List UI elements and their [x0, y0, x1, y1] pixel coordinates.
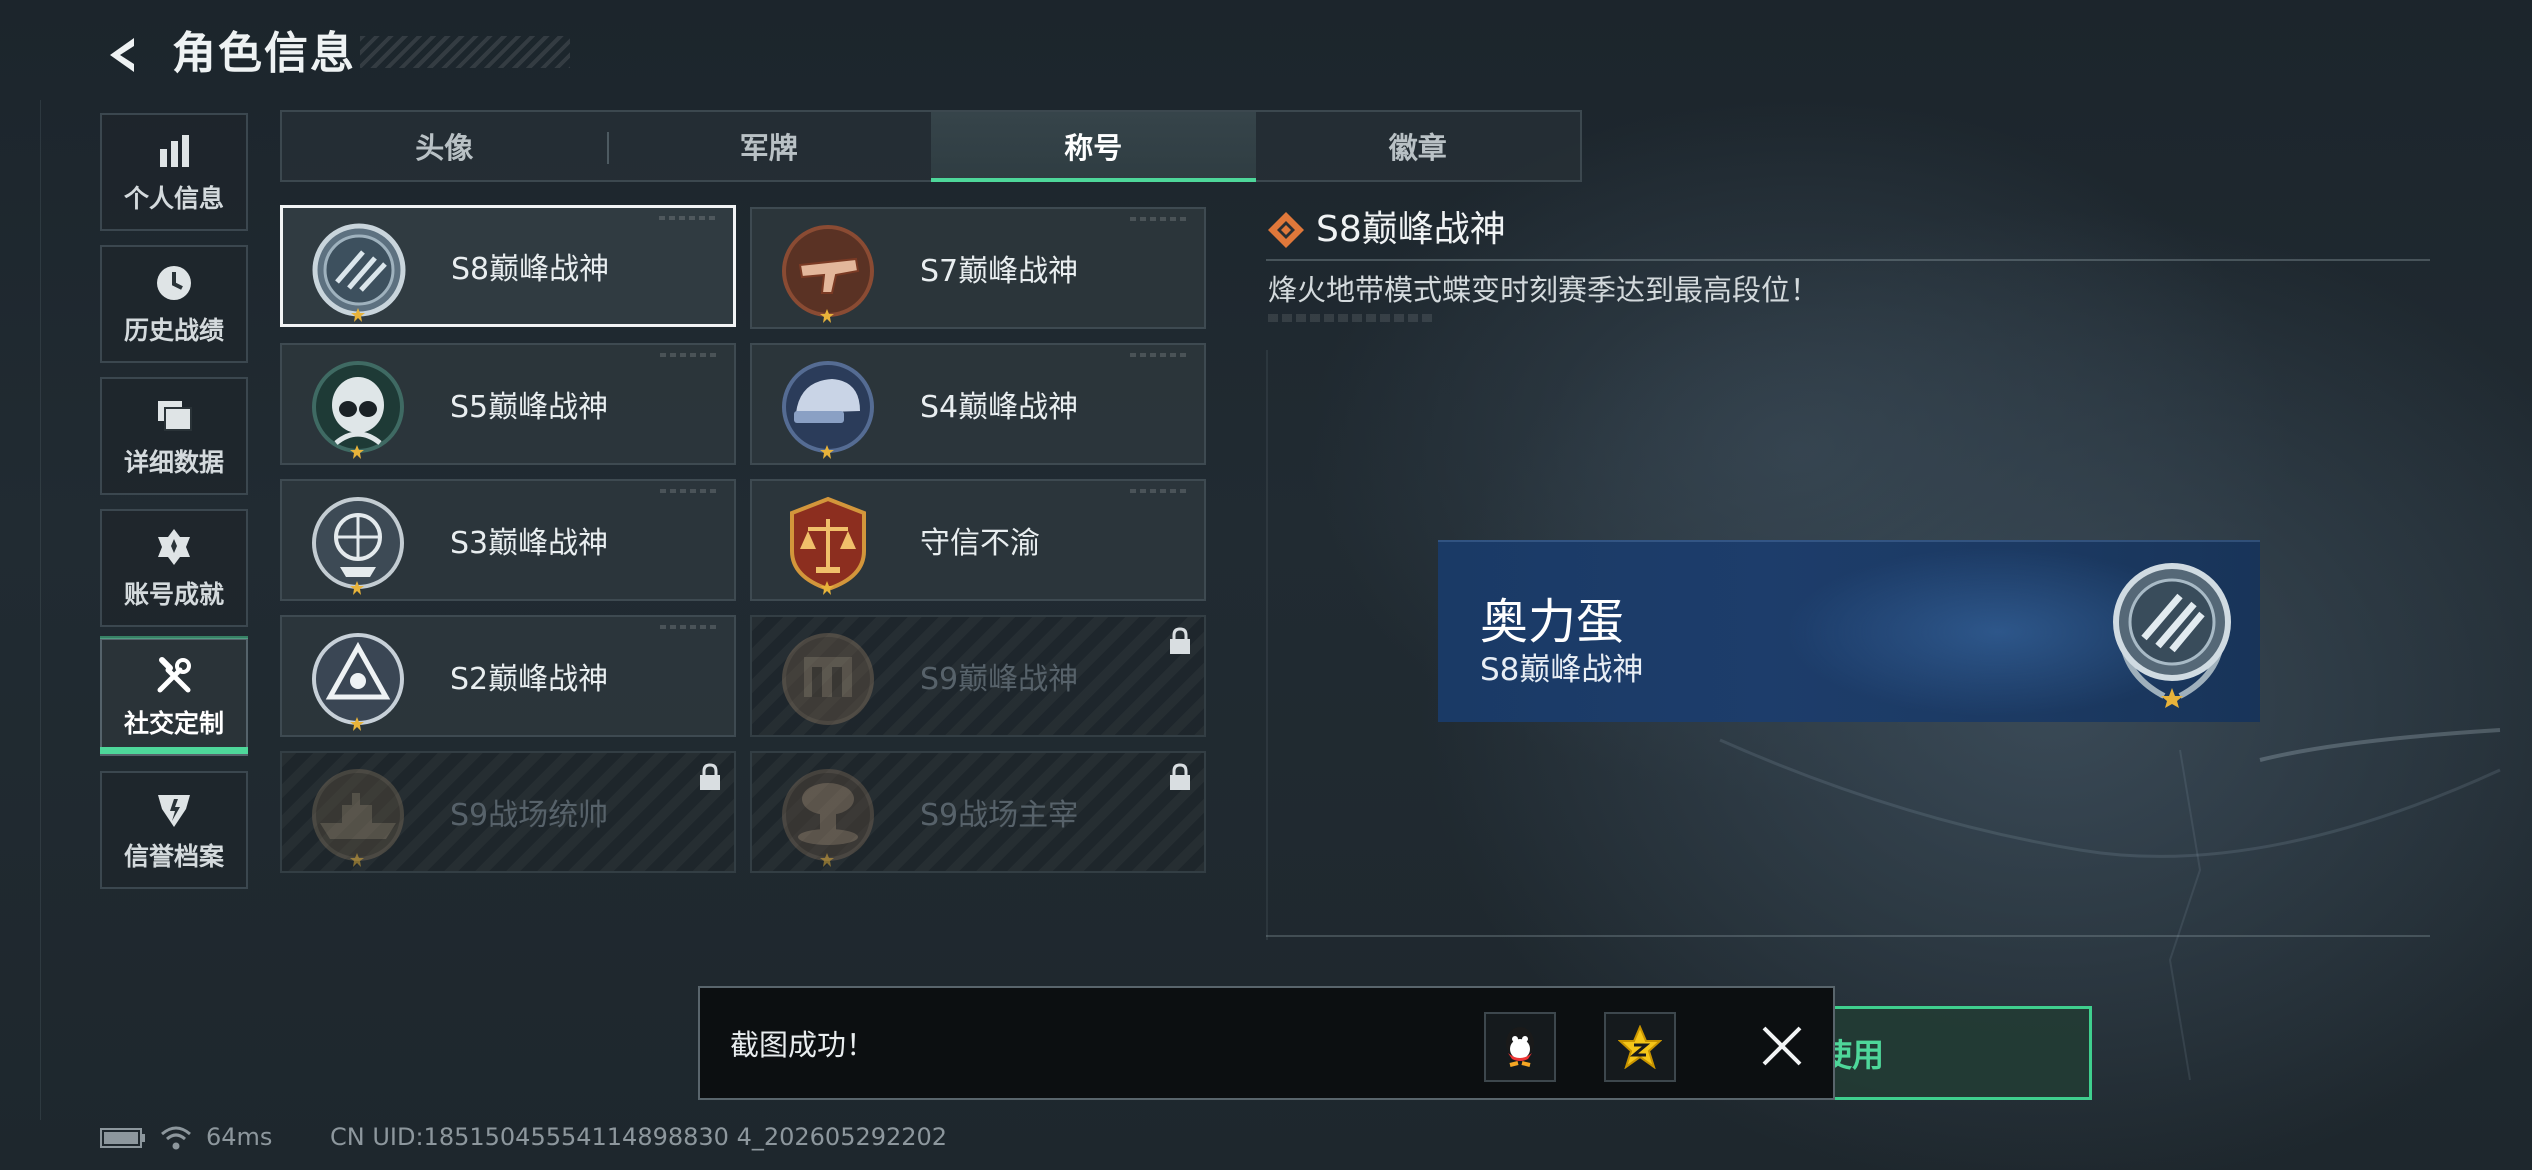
tab-dog-tag[interactable]: 军牌: [606, 112, 932, 180]
star-icon: [350, 717, 364, 731]
player-name: 奥力蛋: [1480, 594, 1625, 650]
sidebar-item-label: 历史战绩: [123, 316, 224, 345]
s8-emblem-icon: [2113, 563, 2231, 708]
title-card-label: S8巅峰战神: [451, 252, 610, 287]
s2-emblem-icon: [312, 633, 404, 725]
lock-icon: [1170, 763, 1190, 790]
lock-icon: [1170, 627, 1190, 654]
title-card-label: S9巅峰战神: [920, 662, 1079, 697]
tab-title[interactable]: 称号: [931, 112, 1256, 182]
ping-readout: 64ms: [206, 1123, 273, 1151]
star-icon: [350, 445, 364, 459]
share-qzone-button[interactable]: [1604, 1012, 1676, 1082]
star-icon: [820, 445, 834, 459]
detail-faint-text: [1268, 314, 1432, 322]
sidebar-item-reputation[interactable]: 信誉档案: [100, 771, 248, 889]
frame-line: [40, 100, 41, 1120]
share-qq-button[interactable]: [1484, 1012, 1556, 1082]
page-title: 角色信息: [172, 28, 356, 79]
card-ticks: [1130, 353, 1190, 357]
uid-readout: CN UID:18515045554114898830 4_2026052922…: [330, 1123, 948, 1151]
reputation-badge-icon: [158, 795, 190, 827]
s4-emblem-icon: [782, 361, 874, 453]
title-card-s9-commander-locked[interactable]: S9战场统帅: [280, 751, 736, 873]
s9-emblem-icon: [782, 633, 874, 725]
sidebar-item-achievements[interactable]: 账号成就: [100, 509, 248, 627]
qq-icon: [1506, 1027, 1534, 1067]
sidebar-item-detailed-data[interactable]: 详细数据: [100, 377, 248, 495]
sidebar-item-personal-info[interactable]: 个人信息: [100, 113, 248, 231]
tab-badge[interactable]: 徽章: [1256, 112, 1581, 180]
title-card-label: S9战场主宰: [920, 798, 1079, 833]
folders-icon: [158, 401, 192, 431]
title-stripes: [360, 36, 570, 68]
battery-icon: [100, 1128, 145, 1148]
tab-avatar[interactable]: 头像: [282, 112, 607, 180]
lock-icon: [700, 763, 720, 790]
title-card-integrity[interactable]: 守信不渝: [750, 479, 1206, 601]
star-icon: [350, 853, 364, 867]
nameplate-preview: 奥力蛋 S8巅峰战神: [1438, 540, 2260, 722]
title-card-label: S3巅峰战神: [450, 526, 609, 561]
title-card-label: S7巅峰战神: [920, 254, 1079, 289]
title-card-s2[interactable]: S2巅峰战神: [280, 615, 736, 737]
diamond-rank-icon: [1268, 212, 1304, 248]
qzone-icon: [1618, 1025, 1662, 1069]
detail-title: S8巅峰战神: [1316, 209, 1506, 250]
card-ticks: [660, 625, 720, 629]
close-icon[interactable]: [1752, 1016, 1812, 1076]
card-ticks: [659, 216, 719, 220]
sidebar-item-label: 详细数据: [123, 448, 224, 477]
screenshot-toast: 截图成功！: [698, 986, 1835, 1100]
clock-icon: [157, 266, 191, 300]
title-card-s5[interactable]: S5巅峰战神: [280, 343, 736, 465]
toast-message: 截图成功！: [730, 1028, 876, 1062]
sidebar-item-match-history[interactable]: 历史战绩: [100, 245, 248, 363]
mushroom-cloud-emblem-icon: [782, 769, 874, 861]
star-icon: [820, 309, 834, 323]
nameplate-title: S8巅峰战神: [1480, 652, 1644, 688]
title-card-s8[interactable]: S8巅峰战神: [280, 205, 736, 327]
sidebar-item-label: 个人信息: [123, 184, 224, 213]
bar-chart-icon: [160, 135, 189, 167]
star-icon: [820, 853, 834, 867]
scales-emblem-icon: [790, 496, 866, 592]
title-card-s4[interactable]: S4巅峰战神: [750, 343, 1206, 465]
star-icon: [351, 308, 365, 322]
title-card-s7[interactable]: S7巅峰战神: [750, 207, 1206, 329]
sidebar-active-indicator: [100, 747, 248, 754]
card-ticks: [660, 489, 720, 493]
s5-emblem-icon: [312, 361, 404, 453]
title-card-label: 守信不渝: [920, 526, 1040, 561]
title-card-label: S5巅峰战神: [450, 390, 609, 425]
wifi-icon: [161, 1126, 191, 1150]
detail-divider: [1266, 259, 2430, 261]
card-ticks: [660, 353, 720, 357]
card-ticks: [1130, 217, 1190, 221]
tools-icon: [157, 657, 191, 693]
sidebar-active-top-line: [100, 636, 248, 639]
star-icon: [820, 581, 834, 595]
medal-icon: [158, 529, 190, 565]
sidebar-item-label: 社交定制: [123, 709, 224, 738]
s3-emblem-icon: [312, 497, 404, 589]
title-card-label: S9战场统帅: [450, 798, 609, 833]
detail-bottom-divider: [1266, 935, 2430, 937]
tab-bar: 头像 军牌 称号 徽章: [280, 110, 1582, 182]
title-card-label: S4巅峰战神: [920, 390, 1079, 425]
sidebar-item-social-custom[interactable]: 社交定制: [100, 638, 248, 756]
s7-emblem-icon: [782, 225, 874, 317]
card-ticks: [1130, 489, 1190, 493]
s8-emblem-icon: [312, 223, 406, 317]
sidebar-item-label: 账号成就: [123, 580, 224, 609]
star-icon: [350, 581, 364, 595]
title-card-s9-locked[interactable]: S9巅峰战神: [750, 615, 1206, 737]
detail-description: 烽火地带模式蝶变时刻赛季达到最高段位！: [1268, 273, 1820, 307]
title-card-s9-dominator-locked[interactable]: S9战场主宰: [750, 751, 1206, 873]
warship-emblem-icon: [312, 769, 404, 861]
back-arrow-icon[interactable]: [100, 32, 146, 78]
sidebar-item-label: 信誉档案: [123, 842, 224, 871]
title-card-s3[interactable]: S3巅峰战神: [280, 479, 736, 601]
title-card-label: S2巅峰战神: [450, 662, 609, 697]
